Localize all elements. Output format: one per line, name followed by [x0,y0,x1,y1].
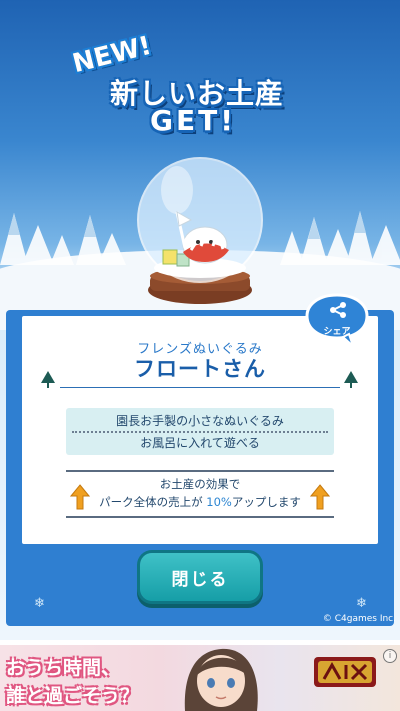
effect-line-2: パーク全体の売上が 10%アップします [66,494,334,510]
share-button[interactable] [303,292,371,348]
snow-globe-image [137,157,263,304]
item-name: フロートさん [134,357,266,381]
snowflake-icon: ❄ [34,596,45,611]
snowflake-icon: ❄ [356,596,367,611]
ad-line-2: 誰と過ごそう？ [6,685,140,707]
effect-border-top [66,470,334,472]
close-button[interactable]: 閉じる [140,553,260,601]
ad-line-1: おうち時間、 [6,657,121,679]
tree-icon [41,371,55,388]
description-line-1: 園長お手製の小さなぬいぐるみ [116,414,284,428]
description-line-2: お風呂に入れて遊べる [140,436,260,450]
effect-line-2-prefix: パーク全体の売上が [99,495,207,509]
tree-icon [344,371,358,388]
effect-percent: 10% [206,495,232,509]
effect-border-bottom [66,516,334,518]
ad-info-icon[interactable]: i [383,649,397,663]
arrow-up-icon [310,484,330,510]
arrow-up-icon [70,484,90,510]
ad-game-logo [314,657,376,687]
copyright: © C4games Inc. [322,614,396,624]
page-title-get: GET! [150,104,236,137]
share-label: シェア [323,327,351,337]
ad-banner[interactable]: おうち時間、 誰と過ごそう？ i [0,645,400,711]
ad-character-image [184,648,258,711]
effect-line-2-suffix: アップします [231,495,301,509]
effect-line-1: お土産の効果で [159,477,241,491]
divider [60,387,340,388]
dotted-divider [72,431,328,433]
